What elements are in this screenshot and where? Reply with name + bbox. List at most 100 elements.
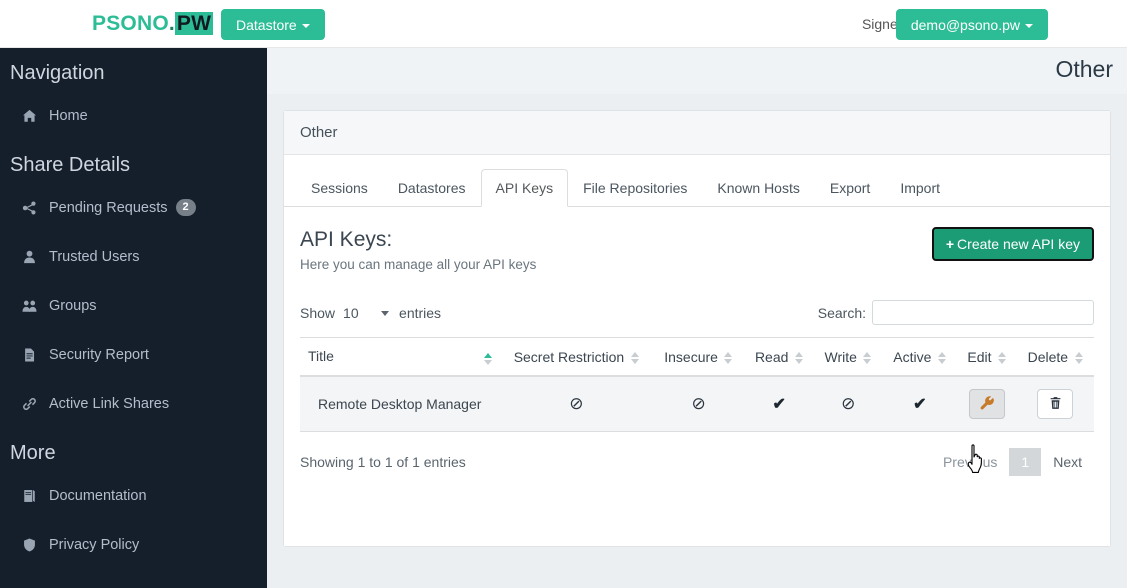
shield-icon — [22, 538, 46, 552]
sidebar-item-label: Groups — [49, 298, 97, 314]
tab-file-repositories[interactable]: File Repositories — [568, 169, 702, 207]
sidebar-item-label: Pending Requests — [49, 200, 168, 216]
sort-indicator-icon — [1074, 352, 1083, 364]
column-header-label: Title — [308, 348, 334, 364]
sidebar-section-title: Share Details — [0, 140, 267, 183]
create-new-api-key-button[interactable]: +Create new API key — [932, 227, 1094, 261]
entries-label: entries — [399, 305, 441, 321]
users-icon — [22, 299, 46, 313]
tab-import[interactable]: Import — [885, 169, 955, 207]
panel-footer — [284, 494, 1110, 546]
user-email-label: demo@psono.pw — [911, 17, 1020, 33]
datatable-footer: Showing 1 to 1 of 1 entries Previous 1 N… — [300, 432, 1094, 494]
tab-bar: SessionsDatastoresAPI KeysFile Repositor… — [284, 169, 1110, 207]
sort-indicator-icon — [863, 352, 872, 364]
pagination-next[interactable]: Next — [1041, 448, 1094, 476]
column-header-title[interactable]: Title — [300, 338, 500, 377]
page-title: Other — [1055, 56, 1113, 83]
edit-api-key-button[interactable] — [969, 389, 1005, 419]
column-header-insecure[interactable]: Insecure — [653, 338, 745, 377]
home-icon — [22, 109, 46, 123]
search-control: Search: — [818, 300, 1094, 325]
create-button-label: Create new API key — [957, 236, 1080, 252]
cell-delete — [1017, 376, 1094, 432]
caret-down-icon — [1025, 24, 1033, 28]
sidebar-item-documentation[interactable]: Documentation — [0, 471, 267, 520]
user-icon — [22, 250, 46, 264]
column-header-active[interactable]: Active — [883, 338, 958, 377]
section-heading-group: API Keys: Here you can manage all your A… — [300, 227, 536, 272]
pagination-page-1[interactable]: 1 — [1009, 448, 1041, 476]
user-menu-button[interactable]: demo@psono.pw — [896, 9, 1048, 40]
column-header-label: Write — [825, 349, 857, 365]
tab-known-hosts[interactable]: Known Hosts — [702, 169, 814, 207]
datatable-info: Showing 1 to 1 of 1 entries — [300, 454, 466, 470]
tab-datastores[interactable]: Datastores — [383, 169, 481, 207]
cell-write: ⊘ — [814, 376, 883, 432]
sidebar-item-groups[interactable]: Groups — [0, 281, 267, 330]
sidebar-item-pending-requests[interactable]: Pending Requests 2 — [0, 183, 267, 232]
sidebar-item-label: Security Report — [49, 347, 149, 363]
sidebar-section-title: Navigation — [0, 48, 267, 91]
sidebar-item-privacy-policy[interactable]: Privacy Policy — [0, 520, 267, 569]
cell-title: Remote Desktop Manager — [300, 376, 500, 432]
pagination-previous[interactable]: Previous — [931, 448, 1009, 476]
sidebar-item-active-link-shares[interactable]: Active Link Shares — [0, 379, 267, 428]
brand-logo[interactable]: PSONO.PW — [92, 12, 213, 36]
panel-title: Other — [284, 111, 1110, 155]
cell-active: ✔ — [883, 376, 958, 432]
cell-read-value: ✔ — [772, 396, 785, 413]
column-header-label: Secret Restriction — [514, 349, 624, 365]
column-header-write[interactable]: Write — [814, 338, 883, 377]
column-header-label: Edit — [967, 349, 991, 365]
section-header: API Keys: Here you can manage all your A… — [284, 207, 1110, 272]
cell-insecure-value: ⊘ — [691, 394, 705, 413]
sidebar-item-trusted-users[interactable]: Trusted Users — [0, 232, 267, 281]
trash-icon — [1049, 396, 1062, 413]
api-keys-table: Title Secret Restriction Insecure Read Write… — [300, 337, 1094, 432]
brand-pw: PW — [175, 12, 213, 35]
tab-sessions[interactable]: Sessions — [296, 169, 383, 207]
sort-indicator-icon — [998, 352, 1007, 364]
page-length-select[interactable]: 102550100 — [341, 303, 393, 323]
tab-api-keys[interactable]: API Keys — [481, 169, 569, 207]
sidebar-item-home[interactable]: Home — [0, 91, 267, 140]
delete-api-key-button[interactable] — [1037, 389, 1073, 419]
table-row[interactable]: Remote Desktop Manager⊘⊘✔⊘✔ — [300, 376, 1094, 432]
sidebar: NavigationHomeShare DetailsPending Reque… — [0, 48, 267, 588]
cell-active-value: ✔ — [913, 396, 926, 413]
link-icon — [22, 397, 46, 411]
sidebar-item-badge: 2 — [176, 199, 196, 216]
other-panel: Other SessionsDatastoresAPI KeysFile Rep… — [283, 110, 1111, 547]
sort-indicator-icon — [724, 352, 733, 364]
top-navbar: PSONO.PW Datastore Signed in as demo@pso… — [0, 0, 1127, 48]
search-input[interactable] — [872, 300, 1094, 325]
datastore-label: Datastore — [236, 17, 297, 33]
column-header-label: Read — [755, 349, 788, 365]
page-header: Other — [267, 48, 1127, 94]
datastore-dropdown-button[interactable]: Datastore — [221, 9, 325, 40]
sidebar-item-label: Active Link Shares — [49, 396, 169, 412]
caret-down-icon — [302, 24, 310, 28]
column-header-label: Active — [893, 349, 931, 365]
section-subtitle: Here you can manage all your API keys — [300, 257, 536, 272]
column-header-secret-restriction[interactable]: Secret Restriction — [500, 338, 653, 377]
cell-title-value: Remote Desktop Manager — [318, 396, 481, 412]
plus-icon: + — [946, 236, 954, 252]
main-content: Other Other SessionsDatastoresAPI KeysFi… — [267, 48, 1127, 588]
sort-indicator-icon — [937, 352, 946, 364]
column-header-delete[interactable]: Delete — [1017, 338, 1094, 377]
tab-export[interactable]: Export — [815, 169, 885, 207]
column-header-label: Insecure — [664, 349, 718, 365]
sidebar-section-title: More — [0, 428, 267, 471]
cell-read: ✔ — [744, 376, 814, 432]
show-label: Show — [300, 305, 335, 321]
column-header-edit[interactable]: Edit — [957, 338, 1017, 377]
page-length-select-wrap: 102550100 — [341, 303, 393, 323]
datatable-wrapper: Show 102550100 entries Search: Ti — [284, 300, 1110, 494]
sidebar-item-security-report[interactable]: Security Report — [0, 330, 267, 379]
brand-psono: PSONO — [92, 12, 169, 35]
column-header-read[interactable]: Read — [744, 338, 814, 377]
datatable-controls: Show 102550100 entries Search: — [300, 300, 1094, 337]
book-icon — [22, 489, 46, 503]
